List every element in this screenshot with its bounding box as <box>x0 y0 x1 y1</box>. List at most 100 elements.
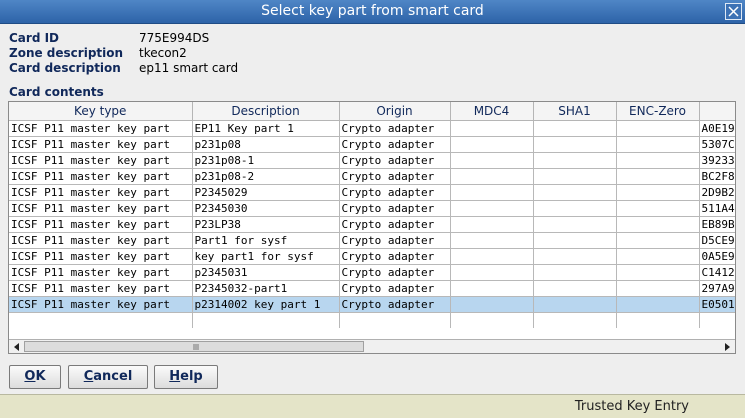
table-row[interactable]: ICSF P11 master key part EP11 Key part 1C… <box>9 120 735 137</box>
table-row[interactable]: ICSF P11 master key part p2314002 key par… <box>9 296 735 313</box>
table-cell: ICSF P11 master key part <box>9 248 193 265</box>
empty-cell <box>339 312 451 328</box>
table-cell <box>533 248 617 265</box>
table-cell: ICSF P11 master key part <box>9 232 193 249</box>
empty-row <box>9 312 735 328</box>
table-cell <box>533 216 617 233</box>
cancel-button[interactable]: Cancel <box>68 365 148 389</box>
empty-cell <box>9 312 193 328</box>
table-cell: Crypto adapter <box>339 136 451 153</box>
close-icon <box>728 6 739 17</box>
scroll-left-icon[interactable] <box>11 341 23 353</box>
table-cell: p231p08-1 <box>192 152 340 169</box>
table-row[interactable]: ICSF P11 master key part P23LP38 Crypto ad… <box>9 216 735 233</box>
table-cell <box>533 264 617 281</box>
table-cell: ICSF P11 master key part <box>9 136 193 153</box>
help-mnemonic: H <box>169 369 181 384</box>
ok-label: K <box>35 369 46 384</box>
table-cell <box>533 296 617 313</box>
column-header[interactable] <box>699 102 735 121</box>
table-body: ICSF P11 master key part EP11 Key part 1C… <box>9 120 735 328</box>
table-row[interactable]: ICSF P11 master key part p231p08-2 Crypto … <box>9 168 735 185</box>
table-cell: Crypto adapter <box>339 152 451 169</box>
table-cell <box>616 232 700 249</box>
table-row[interactable]: ICSF P11 master key part P2345029 Crypto a… <box>9 184 735 201</box>
table-cell: Crypto adapter <box>339 296 451 313</box>
table-cell: 297A9 <box>699 280 735 297</box>
table-row[interactable]: ICSF P11 master key part p2345031 Crypto a… <box>9 264 735 281</box>
table-cell: Crypto adapter <box>339 200 451 217</box>
table-cell <box>450 120 534 137</box>
table-cell: A0E19 <box>699 120 735 137</box>
table-cell <box>450 232 534 249</box>
card-info: Card ID 775E994DS Zone description tkecon2… <box>9 31 238 76</box>
scrollbar-thumb[interactable] <box>24 341 364 352</box>
table-cell: Crypto adapter <box>339 184 451 201</box>
table-cell <box>533 232 617 249</box>
table-cell: Crypto adapter <box>339 264 451 281</box>
table-cell: P2345029 <box>192 184 340 201</box>
column-header[interactable]: Description <box>192 102 340 121</box>
table-cell <box>450 264 534 281</box>
column-header[interactable]: ENC-Zero <box>616 102 700 121</box>
table-cell <box>533 152 617 169</box>
table-row[interactable]: ICSF P11 master key part p231p08-1 Crypto … <box>9 152 735 169</box>
table-cell: Crypto adapter <box>339 120 451 137</box>
table-cell <box>450 280 534 297</box>
table-cell: D5CE9 <box>699 232 735 249</box>
table-cell <box>450 200 534 217</box>
card-description-label: Card description <box>9 61 121 75</box>
table-row[interactable]: ICSF P11 master key part P2345032-part1 Cr… <box>9 280 735 297</box>
table-cell <box>450 136 534 153</box>
table-cell <box>616 280 700 297</box>
table-cell <box>450 168 534 185</box>
table-cell: 2D9B2 <box>699 184 735 201</box>
table-cell: EB89B <box>699 216 735 233</box>
table-cell: BC2F8 <box>699 168 735 185</box>
table-cell: ICSF P11 master key part <box>9 168 193 185</box>
table-cell: p231p08 <box>192 136 340 153</box>
table-cell: C1412 <box>699 264 735 281</box>
table-cell: p231p08-2 <box>192 168 340 185</box>
table-cell <box>616 184 700 201</box>
zone-value: tkecon2 <box>139 46 187 60</box>
table-header-row: Key type Description Origin MDC4 SHA1 ENC-Zer… <box>9 102 735 121</box>
empty-cell <box>616 312 700 328</box>
table-cell: ICSF P11 master key part <box>9 264 193 281</box>
table-cell <box>533 120 617 137</box>
card-description-row: Card description ep11 smart card <box>9 61 238 76</box>
table-cell <box>616 248 700 265</box>
table-cell: P2345032-part1 <box>192 280 340 297</box>
table-cell: ICSF P11 master key part <box>9 184 193 201</box>
scroll-right-icon[interactable] <box>721 341 733 353</box>
table-cell: ICSF P11 master key part <box>9 200 193 217</box>
cancel-mnemonic: C <box>83 369 94 384</box>
table-cell: 5307C <box>699 136 735 153</box>
horizontal-scrollbar[interactable] <box>9 339 735 353</box>
key-parts-table: Key type Description Origin MDC4 SHA1 ENC-Zer… <box>9 102 735 328</box>
empty-cell <box>533 312 617 328</box>
column-header[interactable]: Key type <box>9 102 193 121</box>
table-cell <box>450 152 534 169</box>
table-cell: EP11 Key part 1 <box>192 120 340 137</box>
table-row[interactable]: ICSF P11 master key part Part1 for sysf Cr… <box>9 232 735 249</box>
column-header[interactable]: MDC4 <box>450 102 534 121</box>
table-row[interactable]: ICSF P11 master key part p231p08 Crypto ad… <box>9 136 735 153</box>
table-cell: key part1 for sysf <box>192 248 340 265</box>
table-cell <box>533 168 617 185</box>
table-cell: ICSF P11 master key part <box>9 216 193 233</box>
ok-button[interactable]: OK <box>9 365 61 389</box>
help-label: elp <box>180 369 203 384</box>
zone-label: Zone description <box>9 46 124 60</box>
empty-cell <box>450 312 534 328</box>
table-row[interactable]: ICSF P11 master key part key part1 for sy… <box>9 248 735 265</box>
table-row[interactable]: ICSF P11 master key part P2345030 Crypto a… <box>9 200 735 217</box>
help-button[interactable]: Help <box>154 365 218 389</box>
column-header[interactable]: SHA1 <box>533 102 617 121</box>
empty-cell <box>699 312 735 328</box>
table-cell: Part1 for sysf <box>192 232 340 249</box>
column-header[interactable]: Origin <box>339 102 451 121</box>
card-description-value: ep11 smart card <box>139 61 239 75</box>
close-button[interactable] <box>725 3 742 20</box>
table-cell: P2345030 <box>192 200 340 217</box>
